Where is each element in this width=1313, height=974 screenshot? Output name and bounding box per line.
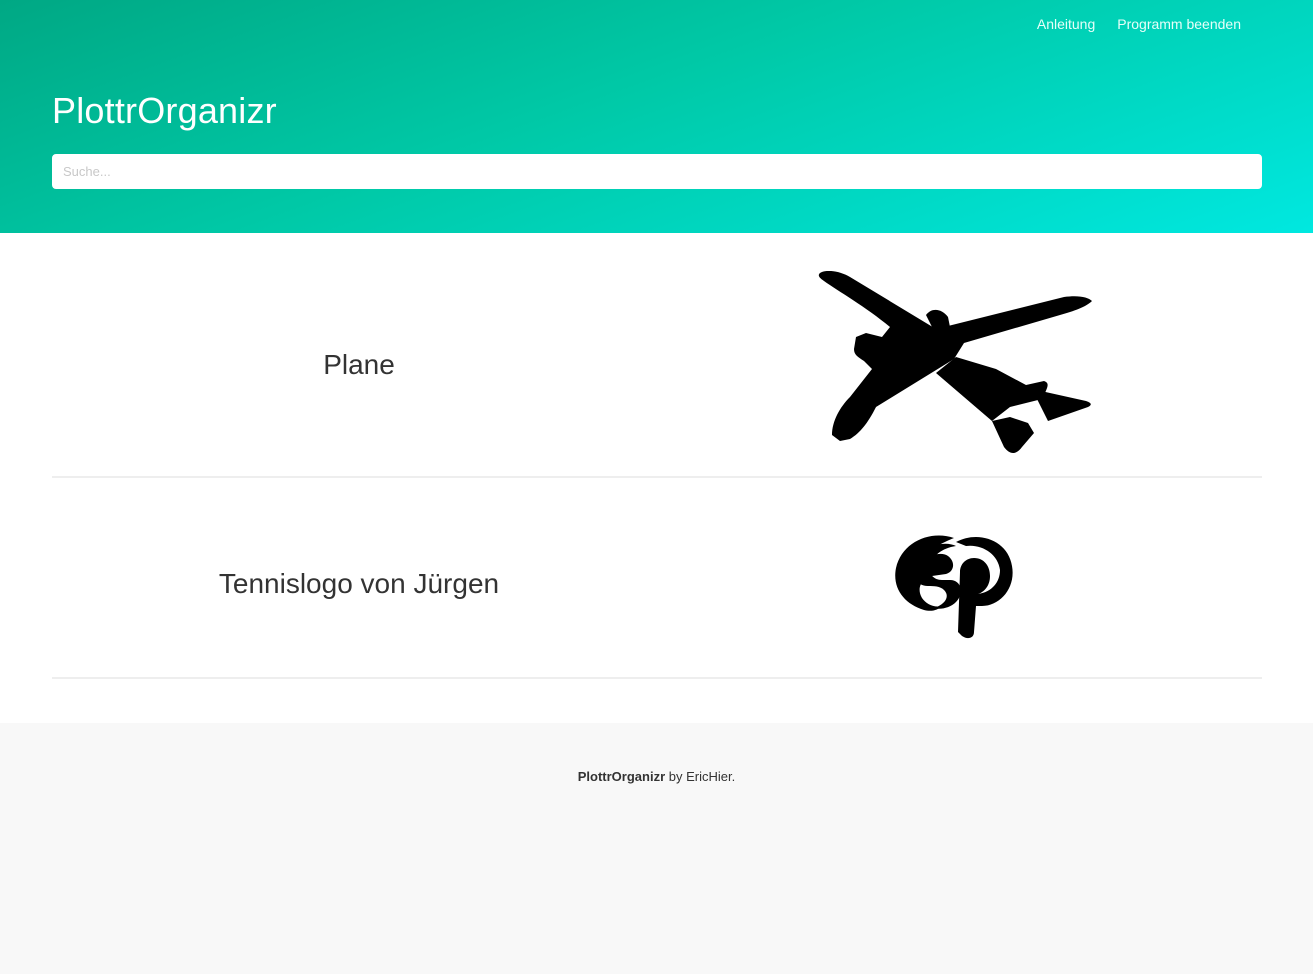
hero-header: Anleitung Programm beenden PlottrOrganiz… [0,0,1313,233]
item-title: Plane [323,349,395,380]
quit-program-link[interactable]: Programm beenden [1117,16,1241,32]
airplane-icon [818,271,1092,453]
search-input[interactable] [52,154,1262,189]
guide-link[interactable]: Anleitung [1037,16,1095,32]
footer-suffix: . [731,769,736,784]
page-title: PlottrOrganizr [52,90,277,131]
sp-logo-icon [895,535,1013,639]
plot-list: Plane Tennislogo von Jürgen [0,233,1313,723]
item-title: Tennislogo von Jürgen [218,568,500,599]
footer-credit: PlottrOrganizr by EricHier. [0,769,1313,784]
footer-author: EricHier [686,769,732,784]
top-nav: Anleitung Programm beenden [1037,16,1241,32]
footer: PlottrOrganizr by EricHier. [0,723,1313,974]
list-item-tennislogo[interactable]: Tennislogo von Jürgen [52,478,1262,679]
footer-app-name: PlottrOrganizr [577,769,666,784]
footer-by: by [665,769,687,784]
list-item-plane[interactable]: Plane [52,233,1262,478]
